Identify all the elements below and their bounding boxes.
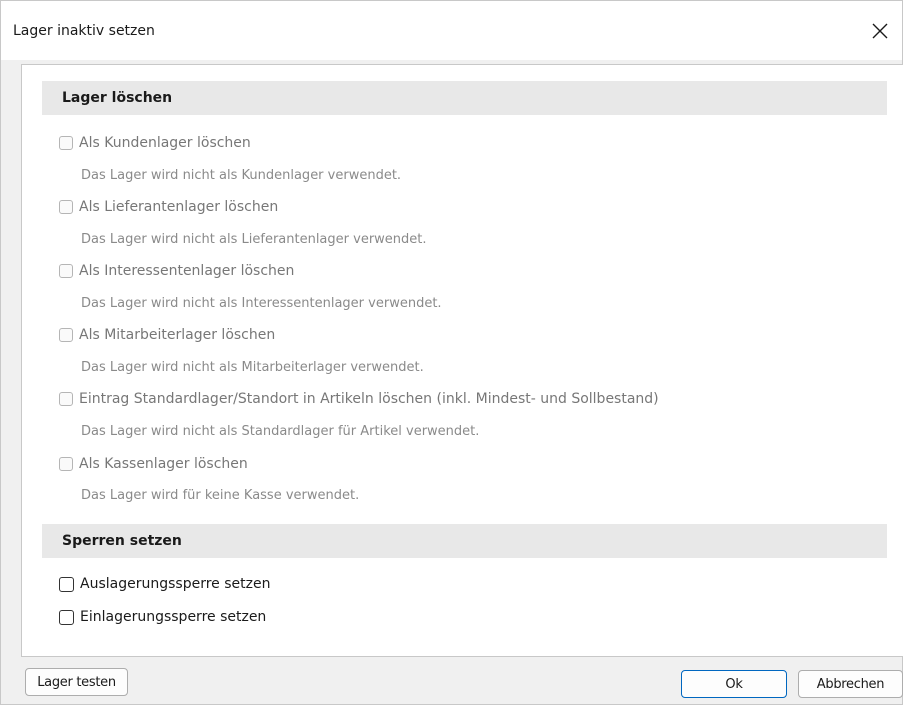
checkbox-delete-customer[interactable]: Als Kundenlager löschen [59, 132, 251, 154]
window-title: Lager inaktiv setzen [13, 23, 155, 39]
close-icon[interactable] [869, 20, 891, 42]
content-panel: Lager löschen Als Kundenlager löschen Da… [21, 64, 903, 657]
section-header-locks: Sperren setzen [42, 524, 887, 558]
ok-button[interactable]: Ok [681, 670, 787, 698]
description-text: Das Lager wird nicht als Mitarbeiterlage… [81, 360, 424, 375]
section-title-locks: Sperren setzen [62, 533, 182, 549]
dialog-window: Lager inaktiv setzen Lager löschen Als K… [0, 0, 903, 705]
section-header-delete: Lager löschen [42, 81, 887, 115]
checkbox-box[interactable] [59, 457, 73, 471]
checkbox-label: Als Mitarbeiterlager löschen [79, 327, 276, 343]
checkbox-label: Als Kundenlager löschen [79, 135, 251, 151]
checkbox-box[interactable] [59, 200, 73, 214]
checkbox-label: Auslagerungssperre setzen [80, 576, 271, 592]
cancel-button[interactable]: Abbrechen [798, 670, 903, 698]
test-warehouse-button[interactable]: Lager testen [25, 668, 128, 696]
checkbox-box[interactable] [59, 264, 73, 278]
description-text: Das Lager wird für keine Kasse verwendet… [81, 488, 360, 503]
checkbox-delete-prospect[interactable]: Als Interessentenlager löschen [59, 260, 294, 282]
checkbox-box[interactable] [59, 136, 73, 150]
checkbox-inbound-lock[interactable]: Einlagerungssperre setzen [59, 606, 266, 628]
description-text: Das Lager wird nicht als Standardlager f… [81, 424, 480, 439]
checkbox-label: Einlagerungssperre setzen [80, 609, 267, 625]
description-text: Das Lager wird nicht als Lieferantenlage… [81, 232, 427, 247]
checkbox-delete-default-location[interactable]: Eintrag Standardlager/Standort in Artike… [59, 388, 659, 410]
checkbox-label: Als Interessentenlager löschen [79, 263, 295, 279]
checkbox-label: Als Kassenlager löschen [79, 456, 248, 472]
checkbox-delete-employee[interactable]: Als Mitarbeiterlager löschen [59, 324, 275, 346]
checkbox-box[interactable] [59, 609, 74, 625]
checkbox-box[interactable] [59, 328, 73, 342]
title-bar: Lager inaktiv setzen [1, 1, 902, 60]
description-text: Das Lager wird nicht als Kundenlager ver… [81, 168, 402, 183]
checkbox-label: Eintrag Standardlager/Standort in Artike… [79, 391, 659, 407]
checkbox-box[interactable] [59, 392, 73, 406]
checkbox-box[interactable] [59, 576, 74, 592]
checkbox-label: Als Lieferantenlager löschen [79, 199, 279, 215]
checkbox-delete-supplier[interactable]: Als Lieferantenlager löschen [59, 196, 278, 218]
section-title-delete: Lager löschen [62, 90, 173, 106]
checkbox-outbound-lock[interactable]: Auslagerungssperre setzen [59, 573, 270, 595]
description-text: Das Lager wird nicht als Interessentenla… [81, 296, 442, 311]
checkbox-delete-cash[interactable]: Als Kassenlager löschen [59, 453, 248, 475]
